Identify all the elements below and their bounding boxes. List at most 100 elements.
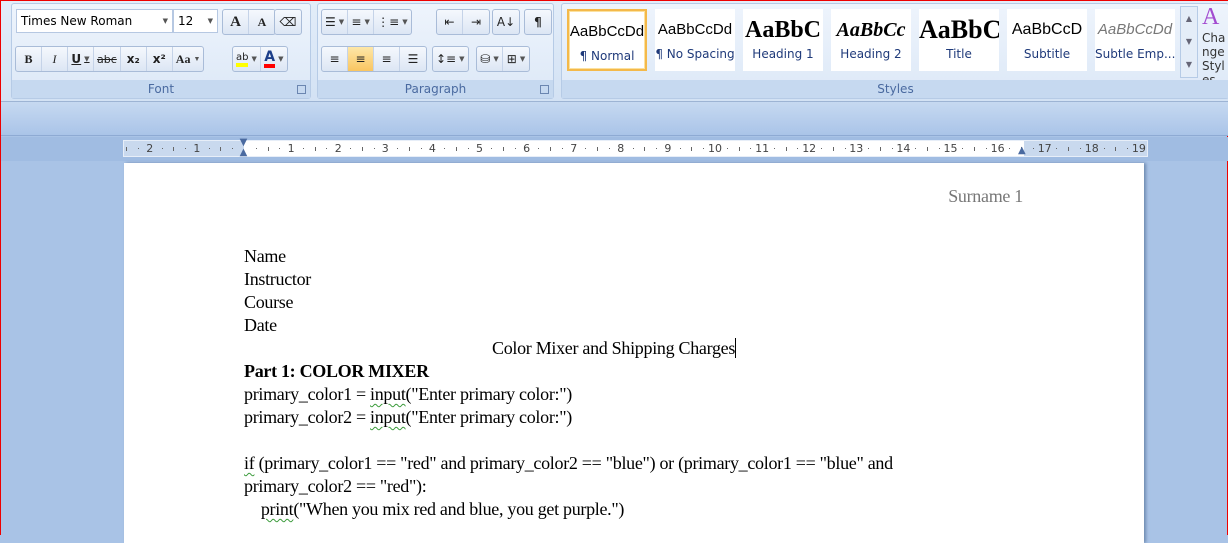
change-case-button[interactable]: Aa ▼ xyxy=(173,47,204,71)
line-spacing-button[interactable]: ↕≡ ▼ xyxy=(432,46,469,72)
ruler-tick xyxy=(1068,147,1070,151)
code-line: primary_color2 == "red"): xyxy=(244,476,427,497)
ruler-tick xyxy=(503,147,505,151)
underline-button[interactable]: U ▼ xyxy=(68,47,94,71)
change-styles-button[interactable]: A Change Styles xyxy=(1202,4,1228,82)
paint-bucket-icon: ⛁ xyxy=(480,52,491,66)
spelling-squiggle-word[interactable]: input xyxy=(370,384,406,404)
multilevel-list-icon: ⋮≡ xyxy=(377,15,400,29)
text-cursor xyxy=(735,338,737,358)
style-no-spacing[interactable]: AaBbCcDd ¶ No Spacing xyxy=(655,9,735,71)
decrease-indent-button[interactable]: ⇤ xyxy=(437,10,463,34)
heading-line: Course xyxy=(244,292,294,312)
ruler-tick xyxy=(561,148,563,149)
subscript-button[interactable]: x₂ xyxy=(121,47,147,71)
highlight-button[interactable]: ab ▼ xyxy=(233,47,261,71)
dialog-launcher-icon[interactable] xyxy=(297,85,306,94)
justify-button[interactable]: ☰ xyxy=(400,47,426,71)
ruler-tick xyxy=(138,148,140,149)
style-subtitle[interactable]: AaBbCcD Subtitle xyxy=(1007,9,1087,71)
italic-button[interactable]: I xyxy=(42,47,68,71)
numbering-icon: ≡ xyxy=(351,15,362,29)
decrease-indent-icon: ⇤ xyxy=(444,15,455,29)
ruler-tick xyxy=(208,148,210,149)
ruler-label: 7 xyxy=(570,142,578,155)
style-heading[interactable]: AaBbC Heading 1 xyxy=(743,9,823,71)
multilevel-list-button[interactable]: ⋮≡ ▼ xyxy=(374,10,410,34)
shading-button[interactable]: ⛁ ▼ xyxy=(477,47,503,71)
spelling-squiggle-word[interactable]: if xyxy=(244,453,255,473)
style-heading[interactable]: AaBbCc Heading 2 xyxy=(831,9,911,71)
spelling-squiggle-word[interactable]: print xyxy=(261,499,294,519)
ruler-tick xyxy=(255,148,257,149)
bold-button[interactable]: B xyxy=(16,47,42,71)
styles-scroll[interactable]: ▲ ▼ ▼ xyxy=(1180,6,1198,78)
font-name-combo[interactable]: Times New Roman ▼ xyxy=(16,9,173,33)
spelling-squiggle-word[interactable]: input xyxy=(370,407,406,427)
ruler-label: 1 xyxy=(193,142,201,155)
style-title[interactable]: AaBbC Title xyxy=(919,9,999,71)
font-style-buttons: B I U ▼ abc x₂ x² Aa ▼ xyxy=(15,46,205,72)
ruler-tick xyxy=(444,148,446,149)
font-size-combo[interactable]: 12 ▼ xyxy=(173,9,218,33)
sort-button[interactable]: A↓ xyxy=(492,9,520,35)
document-title: Color Mixer and Shipping Charges xyxy=(492,338,737,359)
numbering-button[interactable]: ≡ ▼ xyxy=(348,10,375,34)
align-right-button[interactable]: ≡ xyxy=(374,47,400,71)
right-indent-marker-icon[interactable]: ▲ xyxy=(1018,145,1026,156)
ruler-tick xyxy=(126,147,128,151)
scroll-up-icon[interactable]: ▲ xyxy=(1181,7,1197,30)
ruler-label: 12 xyxy=(802,142,817,155)
styles-group-label: Styles xyxy=(562,80,1228,98)
ruler-tick xyxy=(915,148,917,149)
ruler-tick xyxy=(656,148,658,149)
bullets-button[interactable]: ☰ ▼ xyxy=(322,10,349,34)
style-preview: AaBbCcDd xyxy=(569,23,645,40)
more-styles-icon[interactable]: ▼ xyxy=(1181,53,1197,76)
shrink-font-button[interactable]: A xyxy=(249,10,275,34)
style-preview: AaBbCcDd xyxy=(657,21,733,38)
style-subtle-emp[interactable]: AaBbCcDd Subtle Emp... xyxy=(1095,9,1175,71)
font-group-label: Font xyxy=(12,80,310,98)
font-color-button[interactable]: A ▼ xyxy=(261,47,287,71)
strikethrough-button[interactable]: abc xyxy=(94,47,121,71)
indent-marker-icon[interactable]: ▼ ▲ xyxy=(238,138,249,158)
chevron-down-icon: ▼ xyxy=(278,55,284,63)
line-spacing-icon: ↕≡ xyxy=(436,52,457,66)
style-name: ¶ Normal xyxy=(579,49,635,63)
increase-indent-button[interactable]: ⇥ xyxy=(463,10,489,34)
align-left-icon: ≡ xyxy=(329,52,340,66)
style-normal[interactable]: AaBbCcDd ¶ Normal xyxy=(567,9,647,71)
align-left-button[interactable]: ≡ xyxy=(322,47,348,71)
ruler-tick xyxy=(609,148,611,149)
ruler-tick xyxy=(868,148,870,149)
increase-indent-icon: ⇥ xyxy=(470,15,482,29)
paragraph-group-label: Paragraph xyxy=(318,80,553,98)
show-formatting-button[interactable]: ¶ xyxy=(524,9,552,35)
indent-buttons: ⇤ ⇥ xyxy=(436,9,490,35)
ruler-tick xyxy=(326,148,328,149)
document-page[interactable]: Surname 1 Name Instructor Course Date Color… xyxy=(124,163,1144,543)
superscript-button[interactable]: x² xyxy=(147,47,173,71)
style-preview: AaBbC xyxy=(744,17,822,43)
ruler-tick xyxy=(361,147,363,151)
horizontal-ruler[interactable]: 2 1 1 2 3 4 5 6 7 8 9 10 11 12 13 14 15 16 17 18 19 ▼ ▲ ▲ xyxy=(123,138,1148,158)
alignment-buttons: ≡ ≡ ≡ ☰ xyxy=(321,46,427,72)
code-text: ("Enter primary color:") xyxy=(405,384,573,404)
ruler-label: 18 xyxy=(1084,142,1099,155)
grow-font-button[interactable]: A xyxy=(223,10,249,34)
heading-line: Name xyxy=(244,246,286,266)
borders-icon: ⊞ xyxy=(506,52,517,66)
chevron-down-icon: ▼ xyxy=(84,55,90,63)
align-center-button[interactable]: ≡ xyxy=(348,47,374,71)
list-buttons: ☰ ▼ ≡ ▼ ⋮≡ ▼ xyxy=(321,9,412,35)
dialog-launcher-icon[interactable] xyxy=(540,85,549,94)
font-size-value: 12 xyxy=(178,14,194,28)
style-preview: AaBbCcD xyxy=(1011,21,1083,38)
clear-formatting-button[interactable]: ⌫ xyxy=(274,9,302,35)
borders-button[interactable]: ⊞ ▼ xyxy=(503,47,529,71)
justify-icon: ☰ xyxy=(407,52,419,66)
scroll-down-icon[interactable]: ▼ xyxy=(1181,30,1197,53)
ruler-tick xyxy=(220,147,222,151)
ruler-label: 11 xyxy=(755,142,770,155)
